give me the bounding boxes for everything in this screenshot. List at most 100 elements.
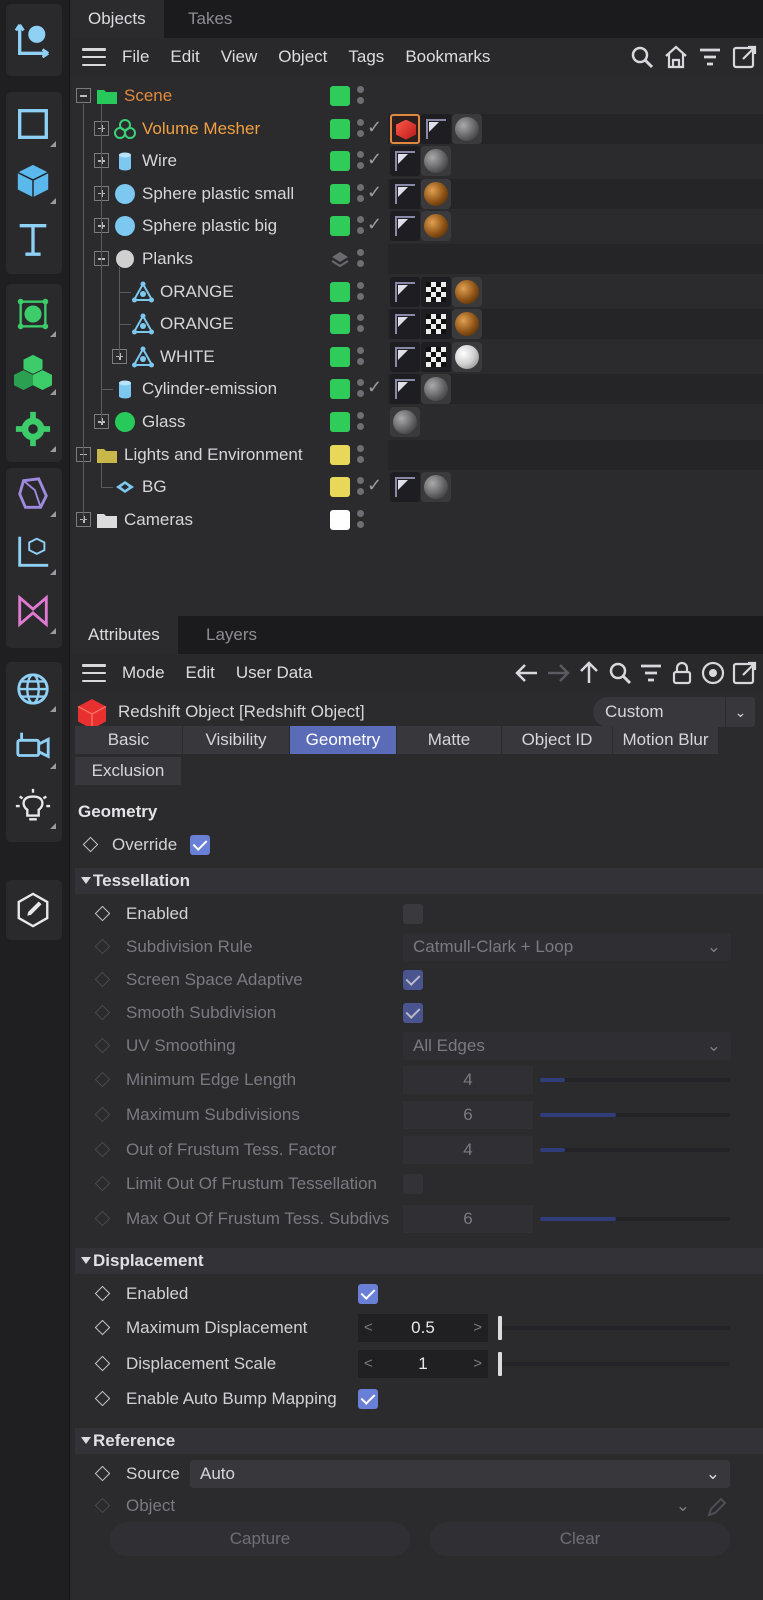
material-tag-icon[interactable]: [421, 178, 451, 209]
object-row[interactable]: Wire ✓: [70, 145, 763, 177]
menu-object[interactable]: Object: [278, 47, 327, 67]
object-name[interactable]: Lights and Environment: [124, 445, 303, 465]
displacement-header[interactable]: Displacement: [75, 1248, 763, 1274]
phong-tag-icon[interactable]: [390, 178, 420, 209]
object-name[interactable]: ORANGE: [160, 314, 234, 334]
new-window-icon[interactable]: [731, 660, 757, 686]
material-tag-icon[interactable]: [421, 211, 451, 242]
keyframe-diamond-icon[interactable]: [94, 971, 111, 988]
keyframe-diamond-icon[interactable]: [94, 938, 111, 955]
keyframe-diamond-icon[interactable]: [94, 1141, 111, 1158]
object-row[interactable]: Lights and Environment: [70, 439, 763, 471]
target-icon[interactable]: [700, 660, 726, 686]
edit-icon[interactable]: [9, 886, 57, 934]
layer-color-swatch[interactable]: [330, 379, 350, 400]
visibility-dots-icon[interactable]: [357, 118, 365, 139]
menu-user-data[interactable]: User Data: [236, 663, 313, 683]
layer-color-swatch[interactable]: [330, 412, 350, 432]
checker-tag-icon[interactable]: [421, 276, 451, 307]
phong-tag-icon[interactable]: [390, 276, 420, 307]
phong-tag-icon[interactable]: [390, 309, 420, 340]
pick-icon[interactable]: [706, 1496, 728, 1518]
menu-edit[interactable]: Edit: [170, 47, 199, 67]
visibility-dots-icon[interactable]: [357, 151, 365, 171]
subdivision-rule-dropdown[interactable]: Catmull-Clark + Loop ⌄: [403, 933, 731, 961]
enabled-check-icon[interactable]: ✓: [367, 377, 382, 398]
visibility-dots-icon[interactable]: [357, 281, 365, 302]
new-window-icon[interactable]: [731, 44, 757, 70]
clear-button[interactable]: Clear: [430, 1522, 730, 1556]
object-name[interactable]: Planks: [142, 249, 193, 269]
filter-icon[interactable]: [697, 44, 723, 70]
object-name[interactable]: WHITE: [160, 347, 215, 367]
max-displacement-slider[interactable]: [498, 1316, 730, 1340]
tab-layers[interactable]: Layers: [188, 616, 275, 654]
material-tag-icon[interactable]: [421, 146, 451, 177]
tessellation-header[interactable]: Tessellation: [75, 868, 763, 894]
spline-icon[interactable]: [9, 587, 57, 635]
object-row[interactable]: Cylinder-emission ✓: [70, 373, 763, 405]
checker-tag-icon[interactable]: [421, 309, 451, 340]
uv-smoothing-dropdown[interactable]: All Edges ⌄: [403, 1032, 731, 1060]
override-checkbox[interactable]: [190, 835, 210, 855]
menu-view[interactable]: View: [221, 47, 258, 67]
prop-tab-visibility[interactable]: Visibility: [183, 726, 289, 754]
filter-icon[interactable]: [638, 660, 664, 686]
collapse-icon[interactable]: [76, 88, 91, 103]
forward-arrow-icon[interactable]: [545, 660, 571, 686]
object-name[interactable]: Glass: [142, 412, 185, 432]
keyframe-diamond-icon[interactable]: [94, 1497, 111, 1514]
preset-dropdown[interactable]: Custom ⌄: [593, 697, 755, 727]
object-row[interactable]: Scene: [70, 80, 763, 112]
enabled-check-icon[interactable]: ✓: [367, 475, 382, 496]
object-name[interactable]: Cylinder-emission: [142, 379, 277, 399]
field-icon[interactable]: [9, 470, 57, 518]
auto-bump-checkbox[interactable]: [358, 1389, 378, 1409]
phong-tag-icon[interactable]: [421, 113, 451, 144]
prop-tab-motion-blur[interactable]: Motion Blur: [613, 726, 718, 754]
search-icon[interactable]: [629, 44, 655, 70]
chevron-left-icon[interactable]: <: [364, 1314, 373, 1342]
visibility-dots-icon[interactable]: [357, 509, 365, 530]
visibility-dots-icon[interactable]: [357, 412, 365, 432]
visibility-dots-icon[interactable]: [357, 346, 365, 367]
keyframe-diamond-icon[interactable]: [94, 905, 111, 922]
smooth-subdivision-checkbox[interactable]: [403, 1003, 423, 1023]
object-link-field[interactable]: ⌄: [190, 1492, 700, 1520]
phong-tag-icon[interactable]: [390, 472, 420, 503]
phong-tag-icon[interactable]: [390, 374, 420, 405]
cube-outline-icon[interactable]: [9, 100, 57, 148]
displacement-scale-field[interactable]: < 1 >: [358, 1350, 488, 1378]
layer-color-swatch[interactable]: [330, 346, 350, 367]
search-icon[interactable]: [607, 660, 633, 686]
camera-icon[interactable]: [9, 722, 57, 770]
object-row[interactable]: Cameras: [70, 504, 763, 536]
object-row[interactable]: Glass: [70, 406, 763, 438]
layer-color-swatch[interactable]: [330, 477, 350, 498]
enabled-check-icon[interactable]: ✓: [367, 182, 382, 203]
prop-tab-basic[interactable]: Basic: [75, 726, 182, 754]
layer-color-swatch[interactable]: [330, 509, 350, 530]
phong-tag-icon[interactable]: [390, 211, 420, 242]
keyframe-diamond-icon[interactable]: [94, 1210, 111, 1227]
tab-takes[interactable]: Takes: [170, 0, 250, 38]
layer-color-swatch[interactable]: [330, 444, 350, 465]
keyframe-diamond-icon[interactable]: [94, 1465, 111, 1482]
visibility-dots-icon[interactable]: [357, 444, 365, 465]
enabled-check-icon[interactable]: ✓: [367, 117, 382, 138]
hamburger-icon[interactable]: [82, 664, 106, 682]
chevron-right-icon[interactable]: >: [473, 1350, 482, 1378]
visibility-dots-icon[interactable]: [357, 314, 365, 334]
menu-edit[interactable]: Edit: [186, 663, 215, 683]
object-row[interactable]: BG ✓: [70, 471, 763, 503]
layer-color-swatch[interactable]: [330, 281, 350, 302]
min-edge-slider[interactable]: [540, 1078, 730, 1082]
material-tag-icon[interactable]: [390, 407, 420, 437]
material-tag-icon[interactable]: [421, 374, 451, 405]
axis-cube-icon[interactable]: [9, 528, 57, 576]
text-icon[interactable]: [9, 215, 57, 263]
material-tag-icon[interactable]: [452, 113, 482, 144]
menu-tags[interactable]: Tags: [348, 47, 384, 67]
gear-deformer-icon[interactable]: [9, 405, 57, 453]
enabled-check-icon[interactable]: ✓: [367, 214, 382, 235]
